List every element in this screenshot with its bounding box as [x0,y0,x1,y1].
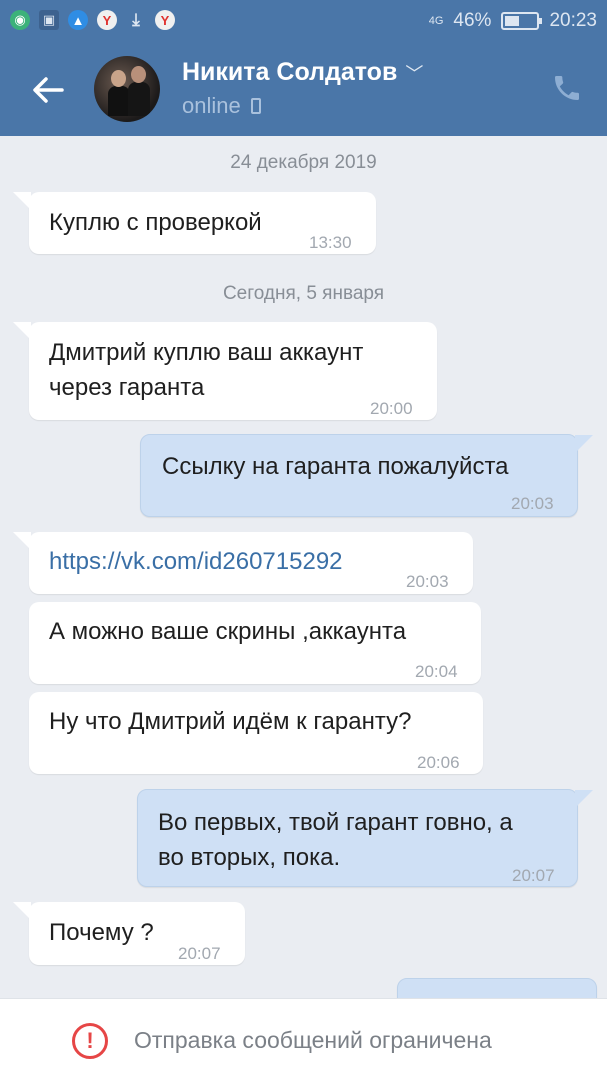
battery-percent: 46% [453,10,492,31]
contact-name: Никита Солдатов [182,58,398,86]
online-status: online [182,93,261,119]
yandex-icon: Y [97,10,117,30]
clock: 20:23 [549,10,597,31]
date-separator: 24 декабря 2019 [230,152,377,173]
system-status: 4G 46% 20:23 [429,10,597,32]
message-bubble-outgoing-partial[interactable] [397,978,597,998]
message-text: Почему ? [49,919,154,946]
message-bubble-incoming[interactable]: Почему ? 20:07 [13,902,245,965]
warning-triangle-icon: ▲ [68,10,88,30]
message-text: Дмитрий куплю ваш аккаунт [49,339,364,366]
compose-restricted-bar: ! Отправка сообщений ограничена [0,998,607,1080]
message-bubble-incoming[interactable]: Ну что Дмитрий идём к гаранту? 20:06 [29,692,483,774]
restriction-notice: Отправка сообщений ограничена [134,1027,492,1053]
message-time: 20:04 [415,662,458,681]
chevron-down-icon: ﹀ [405,63,424,84]
message-bubble-incoming[interactable]: Куплю с проверкой 13:30 [13,192,376,254]
yandex-icon: Y [155,10,175,30]
message-text: Во первых, твой гарант говно, а [158,809,513,836]
network-indicator: 4G [428,15,444,27]
alert-circle-icon: ! [72,1023,108,1059]
status-text: online [182,93,241,118]
download-icon: ⤓ [132,10,140,29]
mobile-device-icon [250,98,261,114]
message-bubble-outgoing[interactable]: Ссылку на гаранта пожалуйста 20:03 [140,434,593,517]
message-text: Ну что Дмитрий идём к гаранту? [49,708,412,735]
notification-icons: ◉ ▣ ▲ Y ⤓ Y [10,10,175,30]
status-bar: ◉ ▣ ▲ Y ⤓ Y 4G 46% 20:23 [0,0,607,42]
message-bubble-incoming[interactable]: https://vk.com/id260715292 20:03 [13,532,473,594]
gallery-icon: ▣ [39,10,59,30]
battery-icon [501,12,543,30]
message-bubble-incoming[interactable]: Дмитрий куплю ваш аккаунт через гаранта … [13,322,437,420]
avatar[interactable] [94,56,160,122]
phone-call-icon[interactable] [551,72,583,104]
message-text: Куплю с проверкой [49,209,262,236]
message-time: 20:03 [406,572,449,591]
message-time: 20:07 [178,944,221,963]
contact-name-button[interactable]: Никита Солдатов ﹀ [182,58,423,87]
message-time: 20:00 [370,399,413,418]
message-time: 20:06 [417,753,460,772]
message-text: Ссылку на гаранта пожалуйста [162,453,509,480]
back-arrow-icon[interactable] [28,70,68,110]
message-bubble-incoming[interactable]: А можно ваше скрины ,аккаунта 20:04 [29,602,481,684]
message-bubble-outgoing[interactable]: Во первых, твой гарант говно, а во вторы… [137,789,593,887]
message-list[interactable]: 24 декабря 2019 Куплю с проверкой 13:30 … [0,136,607,998]
chat-bubble-icon: ◉ [10,10,30,30]
message-text: через гаранта [49,374,205,401]
battery-level [505,16,520,26]
message-time: 20:03 [511,494,554,513]
message-text: А можно ваше скрины ,аккаунта [49,618,407,645]
message-text: во вторых, пока. [158,844,341,871]
date-separator: Сегодня, 5 января [222,283,385,304]
chat-header: Никита Солдатов ﹀ online [0,42,607,136]
message-time: 20:07 [512,866,555,885]
profile-link[interactable]: https://vk.com/id260715292 [49,545,343,579]
message-time: 13:30 [309,233,352,252]
